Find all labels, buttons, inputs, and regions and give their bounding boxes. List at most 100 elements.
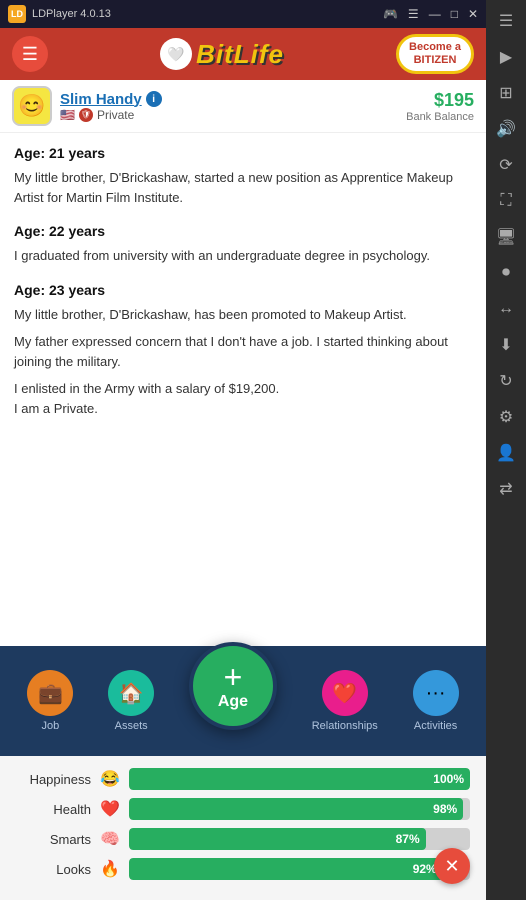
game-area: LD LDPlayer 4.0.13 🎮 ☰ — □ ✕ ☰ 🤍 BitLife…: [0, 0, 486, 900]
avatar-emoji: 😊: [18, 93, 45, 119]
assets-icon: 🏠: [108, 670, 154, 716]
health-bar-fill: 98%: [129, 798, 463, 820]
maximize-icon[interactable]: □: [451, 7, 458, 21]
happiness-bar-fill: 100%: [129, 768, 470, 790]
activities-icon: ···: [413, 670, 459, 716]
app-title-controls[interactable]: 🎮 ☰ — □ ✕: [383, 7, 478, 21]
sidebar-icon-rotate[interactable]: ⟳: [491, 150, 521, 180]
avatar: 😊: [12, 86, 52, 126]
nav-label-activities: Activities: [414, 720, 457, 732]
stat-row-happiness: Happiness 😂 100%: [16, 768, 470, 790]
logo-text: BitLife: [196, 39, 284, 70]
stat-label-health: Health: [16, 802, 91, 817]
age-text-23a: My little brother, D'Brickashaw, has bee…: [14, 305, 472, 325]
looks-bar-fill: 92%: [129, 858, 443, 880]
bitizen-button[interactable]: Become a BITIZEN: [396, 34, 474, 74]
nav-item-assets[interactable]: 🏠 Assets: [108, 670, 154, 732]
age-entry-23: Age: 23 years My little brother, D'Brick…: [14, 280, 472, 419]
age-label: Age: [218, 693, 248, 711]
profile-right: $195 Bank Balance: [406, 90, 474, 123]
rank-badge: 🛡: [79, 108, 93, 122]
looks-bar-bg: 92%: [129, 858, 470, 880]
gamepad-icon[interactable]: 🎮: [383, 7, 398, 21]
menu-button[interactable]: ☰: [12, 36, 48, 72]
info-badge[interactable]: i: [146, 91, 162, 107]
menu-icon[interactable]: ☰: [408, 7, 419, 21]
smarts-bar-bg: 87%: [129, 828, 470, 850]
age-text-23c: I enlisted in the Army with a salary of …: [14, 379, 472, 399]
sidebar-icon-menu[interactable]: ☰: [491, 6, 521, 36]
happiness-value: 100%: [433, 772, 464, 786]
close-icon[interactable]: ✕: [468, 7, 478, 21]
ld-logo-icon: LD: [8, 5, 26, 23]
stat-row-looks: Looks 🔥 92%: [16, 858, 470, 880]
story-area[interactable]: Age: 21 years My little brother, D'Brick…: [0, 133, 486, 646]
app-logo: 🤍 BitLife: [160, 38, 284, 70]
app-title-left: LD LDPlayer 4.0.13: [8, 5, 111, 23]
stat-label-looks: Looks: [16, 862, 91, 877]
health-value: 98%: [433, 802, 457, 816]
stat-row-smarts: Smarts 🧠 87%: [16, 828, 470, 850]
nav-label-job: Job: [42, 720, 60, 732]
happiness-emoji: 😂: [99, 769, 121, 789]
age-title-22: Age: 22 years: [14, 221, 472, 242]
app-title-bar: LD LDPlayer 4.0.13 🎮 ☰ — □ ✕: [0, 0, 486, 28]
age-text-21: My little brother, D'Brickashaw, started…: [14, 168, 472, 207]
right-sidebar: ☰ ▶ ⊞ 🔊 ⟳ ⛶ 🖥 ⏺ ↔ ⬇ ↻ ⚙ 👤 ⇄: [486, 0, 526, 900]
stat-label-happiness: Happiness: [16, 772, 91, 787]
profile-name[interactable]: Slim Handy i: [60, 91, 162, 108]
nav-item-job[interactable]: 💼 Job: [27, 670, 73, 732]
flag-emoji-icon: 🇺🇸: [60, 108, 75, 122]
stat-row-health: Health ❤️ 98%: [16, 798, 470, 820]
looks-emoji: 🔥: [99, 859, 121, 879]
balance-label: Bank Balance: [406, 111, 474, 123]
hamburger-icon: ☰: [22, 44, 38, 65]
profile-left: 😊 Slim Handy i 🇺🇸 🛡 Private: [12, 86, 162, 126]
relationships-icon: ❤️: [322, 670, 368, 716]
sidebar-icon-refresh[interactable]: ↻: [491, 366, 521, 396]
sidebar-icon-resize[interactable]: ↔: [491, 294, 521, 324]
health-emoji: ❤️: [99, 799, 121, 819]
health-bar-bg: 98%: [129, 798, 470, 820]
nav-label-assets: Assets: [115, 720, 148, 732]
minimize-icon[interactable]: —: [429, 7, 441, 21]
sidebar-icon-screen[interactable]: 🖥: [491, 222, 521, 252]
profile-bar: 😊 Slim Handy i 🇺🇸 🛡 Private $195 Bank Ba…: [0, 80, 486, 133]
age-entry-21: Age: 21 years My little brother, D'Brick…: [14, 143, 472, 207]
profile-rank: 🇺🇸 🛡 Private: [60, 108, 162, 122]
sidebar-icon-fullscreen[interactable]: ⛶: [491, 186, 521, 216]
sidebar-icon-grid[interactable]: ⊞: [491, 78, 521, 108]
close-fab-button[interactable]: ✕: [434, 848, 470, 884]
age-text-22: I graduated from university with an unde…: [14, 246, 472, 266]
age-entry-22: Age: 22 years I graduated from universit…: [14, 221, 472, 266]
sidebar-icon-settings[interactable]: ⚙: [491, 402, 521, 432]
sidebar-icon-sound[interactable]: 🔊: [491, 114, 521, 144]
sidebar-icon-sync[interactable]: ⇄: [491, 474, 521, 504]
sidebar-icon-download[interactable]: ⬇: [491, 330, 521, 360]
stat-label-smarts: Smarts: [16, 832, 91, 847]
bottom-nav: 💼 Job 🏠 Assets + Age ❤️ Relationships ··…: [0, 646, 486, 756]
stats-area: Happiness 😂 100% Health ❤️ 98% Smarts 🧠: [0, 756, 486, 900]
job-icon: 💼: [27, 670, 73, 716]
smarts-value: 87%: [396, 832, 420, 846]
close-fab-icon: ✕: [444, 856, 459, 877]
sidebar-icon-play[interactable]: ▶: [491, 42, 521, 72]
logo-heart-icon: 🤍: [160, 38, 192, 70]
nav-item-activities[interactable]: ··· Activities: [413, 670, 459, 732]
age-button[interactable]: + Age: [189, 642, 277, 730]
sidebar-icon-user[interactable]: 👤: [491, 438, 521, 468]
happiness-bar-bg: 100%: [129, 768, 470, 790]
age-plus-icon: +: [224, 661, 243, 693]
smarts-bar-fill: 87%: [129, 828, 426, 850]
age-title-23: Age: 23 years: [14, 280, 472, 301]
rank-text: Private: [97, 108, 134, 122]
nav-label-relationships: Relationships: [312, 720, 378, 732]
balance-amount: $195: [406, 90, 474, 111]
age-text-23b: My father expressed concern that I don't…: [14, 332, 472, 371]
profile-info: Slim Handy i 🇺🇸 🛡 Private: [60, 91, 162, 122]
sidebar-icon-record[interactable]: ⏺: [491, 258, 521, 288]
app-header: ☰ 🤍 BitLife Become a BITIZEN: [0, 28, 486, 80]
age-title-21: Age: 21 years: [14, 143, 472, 164]
nav-item-relationships[interactable]: ❤️ Relationships: [312, 670, 378, 732]
app-title-text: LDPlayer 4.0.13: [32, 8, 111, 20]
